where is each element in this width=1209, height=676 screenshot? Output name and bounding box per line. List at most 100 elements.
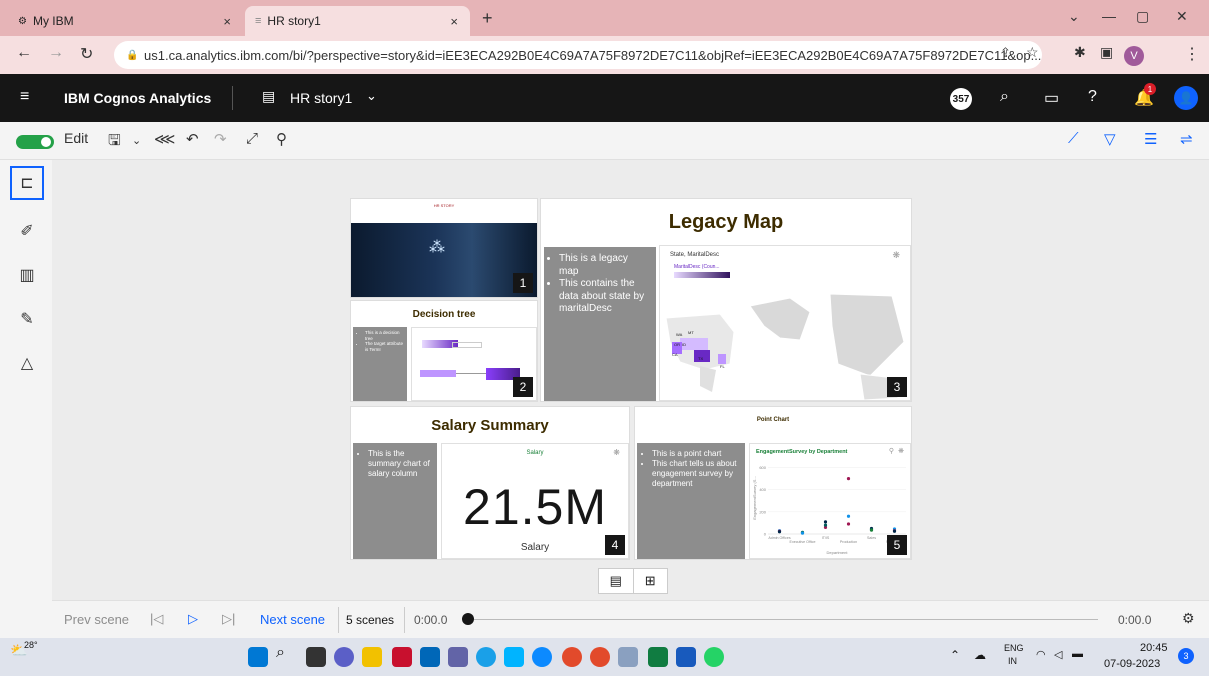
close-window-icon[interactable]: ✕ bbox=[1176, 8, 1188, 25]
close-tab-icon[interactable]: × bbox=[223, 14, 231, 29]
widgets-icon[interactable]: ✎ bbox=[10, 302, 44, 336]
story-title[interactable]: HR story1 bbox=[290, 90, 352, 106]
prev-scene-button[interactable]: Prev scene bbox=[64, 612, 129, 627]
help-icon[interactable]: ? bbox=[1088, 88, 1097, 106]
filter-icon[interactable]: ▽ bbox=[1104, 130, 1116, 148]
x-tick-label: Production bbox=[840, 540, 857, 544]
list-view-icon[interactable]: ▤ bbox=[599, 569, 634, 593]
kpi-caption: Salary bbox=[520, 542, 550, 553]
timeline-settings-icon[interactable]: ⚙ bbox=[1182, 610, 1195, 627]
visualizations-icon[interactable]: ▥ bbox=[10, 258, 44, 292]
state-label: FL bbox=[720, 364, 725, 369]
battery-icon[interactable]: ▬ bbox=[1072, 648, 1083, 660]
chevron-down-icon[interactable]: ⌄ bbox=[132, 134, 141, 147]
mcafee-icon[interactable] bbox=[392, 647, 412, 667]
extensions-icon[interactable]: ✱ bbox=[1074, 44, 1086, 61]
url-field[interactable]: 🔒 us1.ca.analytics.ibm.com/bi/?perspecti… bbox=[114, 41, 1042, 69]
word-icon[interactable] bbox=[676, 647, 696, 667]
start-icon[interactable] bbox=[248, 647, 268, 667]
excel-icon[interactable] bbox=[648, 647, 668, 667]
teams-icon[interactable] bbox=[448, 647, 468, 667]
search-icon[interactable]: ⌕ bbox=[1000, 88, 1009, 106]
scene-4[interactable]: Salary Summary This is the summary chart… bbox=[350, 406, 630, 560]
scene-5[interactable]: Point Chart This is a point chartThis ch… bbox=[634, 406, 912, 560]
back-icon[interactable]: ← bbox=[16, 44, 32, 62]
scene-2[interactable]: Decision tree This is a decision treeThe… bbox=[350, 300, 538, 402]
ibm-icon: ⚙ bbox=[18, 15, 27, 27]
next-scene-button[interactable]: Next scene bbox=[260, 612, 325, 627]
notification-badge[interactable]: 357 bbox=[950, 88, 972, 110]
scene-title: Salary Summary bbox=[431, 417, 549, 434]
properties-icon[interactable]: ☰ bbox=[1144, 130, 1157, 148]
last-scene-icon[interactable]: ▷| bbox=[222, 611, 235, 627]
browser-tab-strip: ⚙ My IBM × ≡ HR story1 × + ⌄ — ▢ ✕ bbox=[0, 0, 1209, 36]
pin-toggle-icon[interactable]: ⚲ bbox=[276, 130, 287, 148]
user-avatar-icon[interactable]: 👤 bbox=[1174, 86, 1198, 110]
new-tab-button[interactable]: + bbox=[482, 8, 493, 29]
chevron-down-icon[interactable]: ⌄ bbox=[366, 88, 377, 104]
edge-icon[interactable] bbox=[532, 647, 552, 667]
scene-1[interactable]: HR STORY ⁂ 1 bbox=[350, 198, 538, 298]
tab-hr-story[interactable]: ≡ HR story1 × bbox=[245, 6, 470, 36]
restore-icon[interactable]: ▢ bbox=[1136, 8, 1149, 25]
data-tree-icon[interactable]: ⊏ bbox=[10, 166, 44, 200]
expand-icon[interactable]: ⤢ bbox=[246, 130, 258, 147]
timeline-track[interactable] bbox=[474, 619, 1098, 620]
hamburger-icon[interactable]: ≡ bbox=[20, 88, 29, 106]
tree-node bbox=[452, 342, 482, 348]
clock-date[interactable]: 07-09-2023 bbox=[1104, 658, 1160, 670]
legacy-map-card[interactable]: State, MaritalDesc MaritalDesc (Coun... … bbox=[659, 245, 911, 401]
chrome-profile-icon[interactable] bbox=[590, 647, 610, 667]
minimize-icon[interactable]: — bbox=[1102, 8, 1116, 24]
grid-view-icon[interactable]: ⊞ bbox=[634, 569, 668, 593]
y-tick-label: 0 bbox=[764, 532, 767, 537]
kpi-label: Salary bbox=[526, 450, 544, 456]
settings-slider-icon[interactable]: ⇌ bbox=[1180, 130, 1193, 148]
store-icon[interactable] bbox=[420, 647, 440, 667]
timeline-scrubber[interactable] bbox=[462, 613, 474, 625]
edit-toggle[interactable] bbox=[16, 135, 54, 149]
forward-icon[interactable]: → bbox=[48, 44, 64, 62]
clock-time[interactable]: 20:45 bbox=[1140, 642, 1168, 654]
reload-icon[interactable]: ↻ bbox=[80, 44, 93, 64]
menu-kebab-icon[interactable]: ⋮ bbox=[1184, 44, 1200, 64]
scene-note: This is the summary chart of salary colu… bbox=[353, 443, 437, 559]
close-tab-icon[interactable]: × bbox=[450, 14, 458, 29]
sidepanel-icon[interactable]: ▣ bbox=[1100, 44, 1113, 61]
onedrive-icon[interactable]: ☁ bbox=[974, 648, 986, 662]
tab-title: My IBM bbox=[32, 14, 74, 28]
chat-icon[interactable]: ▭ bbox=[1044, 88, 1059, 108]
kpi-card[interactable]: Salary ❋ 21.5M Salary bbox=[441, 443, 629, 559]
teams-chat-icon[interactable] bbox=[334, 647, 354, 667]
share-icon[interactable]: ⇪ bbox=[1000, 45, 1011, 61]
redo-icon[interactable]: ↷ bbox=[214, 130, 227, 148]
lang-code[interactable]: ENG bbox=[1004, 643, 1024, 653]
wifi-icon[interactable]: ◠ bbox=[1036, 648, 1046, 661]
tab-search-icon[interactable]: ⌄ bbox=[1068, 8, 1080, 25]
first-scene-icon[interactable]: |◁ bbox=[150, 611, 163, 627]
tray-chevron-icon[interactable]: ⌃ bbox=[950, 648, 960, 662]
whatsapp-icon[interactable] bbox=[704, 647, 724, 667]
scenes-count: 5 scenes bbox=[346, 613, 395, 627]
notification-center-badge[interactable]: 3 bbox=[1178, 648, 1194, 664]
help-app-icon[interactable] bbox=[476, 647, 496, 667]
shapes-icon[interactable]: △ bbox=[10, 346, 44, 380]
tab-my-ibm[interactable]: ⚙ My IBM × bbox=[8, 6, 243, 36]
search-icon[interactable]: ⌕ bbox=[276, 644, 296, 664]
gear-icon[interactable]: ❋ bbox=[613, 448, 620, 457]
mahjong-icon[interactable] bbox=[504, 647, 524, 667]
volume-icon[interactable]: ◁ bbox=[1054, 648, 1062, 661]
snipping-icon[interactable] bbox=[618, 647, 638, 667]
insights-icon[interactable]: ⟋ bbox=[1068, 130, 1079, 147]
task-view-icon[interactable] bbox=[306, 647, 326, 667]
chrome-icon[interactable] bbox=[562, 647, 582, 667]
share-icon[interactable]: ⋘ bbox=[154, 130, 175, 148]
play-icon[interactable]: ▷ bbox=[188, 611, 198, 627]
profile-avatar[interactable]: V bbox=[1124, 46, 1144, 66]
scene-3[interactable]: Legacy Map This is a legacy mapThis cont… bbox=[540, 198, 912, 402]
pin-icon[interactable]: ✐ bbox=[10, 214, 44, 248]
file-explorer-icon[interactable] bbox=[362, 647, 382, 667]
bookmark-star-icon[interactable]: ☆ bbox=[1026, 44, 1039, 61]
save-icon[interactable]: 🖫 bbox=[108, 130, 121, 155]
undo-icon[interactable]: ↶ bbox=[186, 130, 199, 148]
